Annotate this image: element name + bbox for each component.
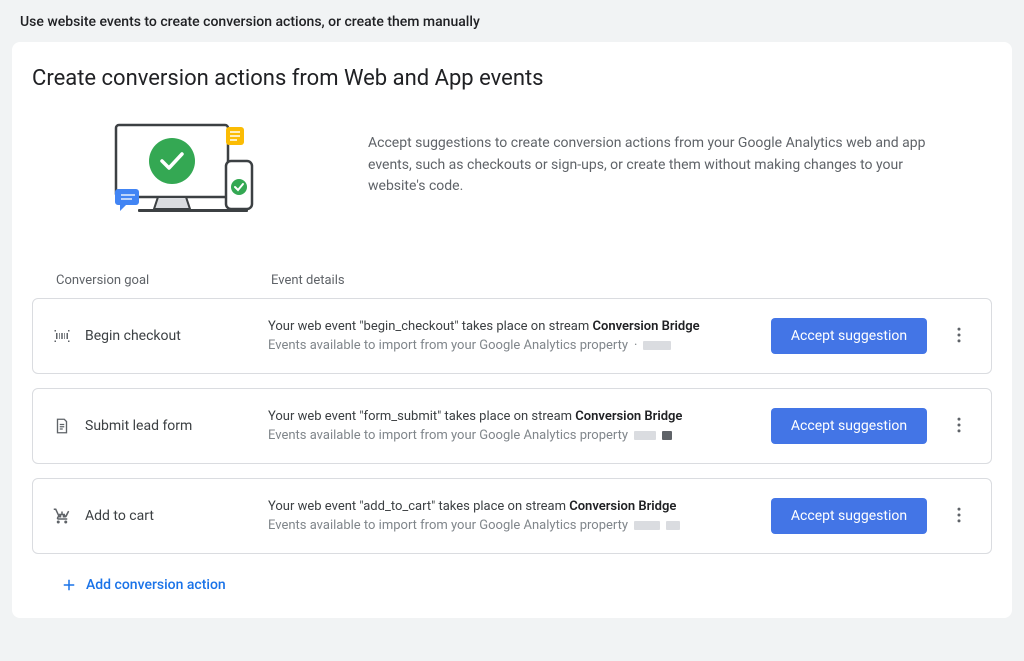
suggestion-row-submit-lead-form: Submit lead form Your web event "form_su… — [32, 388, 992, 464]
more-vert-icon — [949, 415, 969, 438]
more-options-button[interactable] — [947, 324, 971, 348]
event-secondary-text: Events available to import from your Goo… — [268, 428, 761, 443]
col-header-details: Event details — [271, 273, 758, 288]
table-header-row: Conversion goal Event details — [32, 273, 992, 298]
hero-illustration — [108, 119, 278, 229]
form-document-icon — [53, 417, 71, 435]
accept-suggestion-button[interactable]: Accept suggestion — [771, 498, 927, 534]
hero-description: Accept suggestions to create conversion … — [368, 119, 928, 198]
add-conversion-action-label: Add conversion action — [86, 577, 226, 593]
add-conversion-action-button[interactable]: Add conversion action — [32, 568, 230, 598]
add-to-cart-icon — [53, 507, 71, 525]
accept-suggestion-button[interactable]: Accept suggestion — [771, 318, 927, 354]
card-title: Create conversion actions from Web and A… — [32, 66, 992, 91]
event-primary-text: Your web event "add_to_cart" takes place… — [268, 499, 761, 514]
event-primary-text: Your web event "begin_checkout" takes pl… — [268, 319, 761, 334]
page-subheader: Use website events to create conversion … — [0, 0, 1024, 42]
goal-label: Begin checkout — [85, 328, 181, 344]
hero-section: Accept suggestions to create conversion … — [32, 119, 992, 229]
plus-icon — [60, 576, 78, 594]
more-options-button[interactable] — [947, 504, 971, 528]
goal-label: Submit lead form — [85, 418, 192, 434]
event-secondary-text: Events available to import from your Goo… — [268, 518, 761, 533]
event-secondary-text: Events available to import from your Goo… — [268, 338, 761, 353]
more-vert-icon — [949, 325, 969, 348]
suggestion-row-add-to-cart: Add to cart Your web event "add_to_cart"… — [32, 478, 992, 554]
more-vert-icon — [949, 505, 969, 528]
conversion-actions-card: Create conversion actions from Web and A… — [12, 42, 1012, 618]
suggestion-row-begin-checkout: Begin checkout Your web event "begin_che… — [32, 298, 992, 374]
barcode-scan-icon — [53, 327, 71, 345]
col-header-goal: Conversion goal — [56, 273, 271, 288]
goal-label: Add to cart — [85, 508, 154, 524]
accept-suggestion-button[interactable]: Accept suggestion — [771, 408, 927, 444]
more-options-button[interactable] — [947, 414, 971, 438]
event-primary-text: Your web event "form_submit" takes place… — [268, 409, 761, 424]
